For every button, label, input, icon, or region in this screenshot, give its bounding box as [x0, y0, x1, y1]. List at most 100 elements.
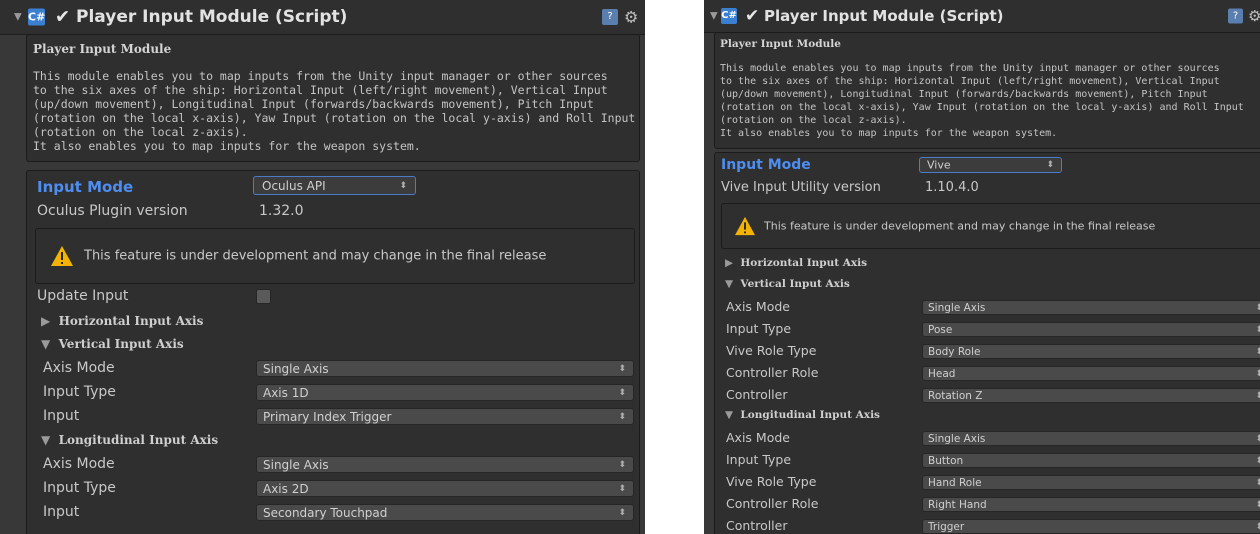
description-box: Player Input Module This module enables … — [26, 34, 640, 162]
field-dropdown[interactable]: Head ⬍ — [922, 366, 1260, 381]
field-label: Controller Role — [726, 496, 819, 511]
up-down-arrows-icon: ⬍ — [1255, 499, 1260, 510]
field-dropdown[interactable]: Right Hand ⬍ — [922, 497, 1260, 512]
triangle-down-icon: ▼ — [725, 409, 734, 421]
vertical-axis-label: Vertical Input Axis — [58, 337, 184, 351]
field-label: Controller Role — [726, 365, 819, 380]
horizontal-axis-label: Horizontal Input Axis — [740, 257, 868, 269]
description-title: Player Input Module — [33, 42, 172, 56]
field-value: Pose — [928, 323, 953, 336]
input-mode-label: Input Mode — [721, 157, 811, 173]
update-input-label: Update Input — [37, 288, 129, 304]
field-dropdown[interactable]: Single Axis ⬍ — [256, 360, 634, 377]
longitudinal-axis-foldout[interactable]: ▼ Longitudinal Input Axis — [41, 433, 218, 447]
csharp-script-icon: C# — [721, 8, 737, 24]
up-down-arrows-icon: ⬍ — [618, 507, 626, 518]
field-dropdown[interactable]: Hand Role ⬍ — [922, 475, 1260, 490]
gear-icon[interactable]: ⚙ — [1248, 7, 1260, 25]
vertical-axis-label: Vertical Input Axis — [740, 278, 850, 290]
settings-box: Input Mode Vive ⬍ Vive Input Utility ver… — [714, 152, 1260, 534]
description-line: It also enables you to map inputs for th… — [33, 139, 421, 153]
field-label: Input Type — [43, 480, 116, 496]
field-value: Primary Index Trigger — [263, 409, 392, 424]
field-label: Controller — [726, 518, 788, 533]
up-down-arrows-icon: ⬍ — [618, 387, 626, 398]
enabled-checkbox[interactable]: ✔ — [55, 7, 70, 28]
field-dropdown[interactable]: Secondary Touchpad ⬍ — [256, 504, 634, 521]
input-mode-dropdown[interactable]: Vive ⬍ — [919, 157, 1062, 173]
field-value: Rotation Z — [928, 389, 983, 402]
field-dropdown[interactable]: Body Role ⬍ — [922, 344, 1260, 359]
field-label: Input Type — [726, 321, 792, 336]
up-down-arrows-icon: ⬍ — [1255, 390, 1260, 401]
description-line: (rotation on the local x-axis), Yaw Inpu… — [720, 102, 1244, 113]
triangle-right-icon: ▶ — [41, 314, 51, 328]
field-dropdown[interactable]: Button ⬍ — [922, 453, 1260, 468]
horizontal-axis-foldout[interactable]: ▶ Horizontal Input Axis — [41, 314, 203, 328]
input-mode-dropdown[interactable]: Oculus API ⬍ — [253, 176, 416, 195]
field-value: Trigger — [928, 520, 965, 533]
warning-box: This feature is under development and ma… — [35, 228, 635, 284]
vertical-axis-foldout[interactable]: ▼ Vertical Input Axis — [41, 337, 184, 351]
field-dropdown[interactable]: Axis 2D ⬍ — [256, 480, 634, 497]
description-line: to the six axes of the ship: Horizontal … — [33, 83, 608, 97]
field-dropdown[interactable]: Rotation Z ⬍ — [922, 388, 1260, 403]
field-dropdown[interactable]: Primary Index Trigger ⬍ — [256, 408, 634, 425]
up-down-arrows-icon: ⬍ — [1255, 368, 1260, 379]
field-value: Single Axis — [928, 432, 986, 445]
field-value: Secondary Touchpad — [263, 505, 388, 520]
field-value: Body Role — [928, 345, 981, 358]
foldout-expanded-icon[interactable]: ▼ — [710, 11, 718, 22]
field-value: Single Axis — [928, 301, 986, 314]
csharp-script-icon: C# — [28, 8, 46, 26]
up-down-arrows-icon: ⬍ — [1046, 160, 1054, 170]
longitudinal-axis-label: Longitudinal Input Axis — [58, 433, 219, 447]
description-line: This module enables you to map inputs fr… — [720, 63, 1220, 74]
component-title: Player Input Module (Script) — [764, 7, 1004, 25]
plugin-version-label: Oculus Plugin version — [37, 203, 188, 219]
description-line: This module enables you to map inputs fr… — [33, 69, 608, 83]
horizontal-axis-label: Horizontal Input Axis — [58, 314, 204, 328]
up-down-arrows-icon: ⬍ — [618, 363, 626, 374]
field-label: Input — [43, 408, 80, 424]
field-dropdown[interactable]: Pose ⬍ — [922, 322, 1260, 337]
component-header[interactable]: ▼ C# ✔ Player Input Module (Script) ? ⚙ — [0, 0, 645, 35]
field-label: Vive Role Type — [726, 343, 817, 358]
up-down-arrows-icon: ⬍ — [618, 483, 626, 494]
up-down-arrows-icon: ⬍ — [1255, 324, 1260, 335]
component-header[interactable]: ▼ C# ✔ Player Input Module (Script) ? ⚙ — [704, 0, 1260, 33]
help-book-icon[interactable]: ? — [602, 9, 618, 25]
up-down-arrows-icon: ⬍ — [1255, 302, 1260, 313]
field-label: Input Type — [43, 384, 116, 400]
field-dropdown[interactable]: Axis 1D ⬍ — [256, 384, 634, 401]
field-dropdown[interactable]: Single Axis ⬍ — [922, 431, 1260, 446]
warning-icon — [51, 246, 73, 266]
up-down-arrows-icon: ⬍ — [618, 459, 626, 470]
field-label: Axis Mode — [726, 430, 790, 445]
field-label: Input Type — [726, 452, 792, 467]
field-dropdown[interactable]: Single Axis ⬍ — [922, 300, 1260, 315]
foldout-expanded-icon[interactable]: ▼ — [14, 12, 22, 23]
description-line: (rotation on the local z-axis). — [720, 115, 907, 126]
warning-text: This feature is under development and ma… — [764, 219, 1156, 233]
field-dropdown[interactable]: Single Axis ⬍ — [256, 456, 634, 473]
description-title: Player Input Module — [720, 38, 841, 50]
horizontal-axis-foldout[interactable]: ▶ Horizontal Input Axis — [725, 257, 867, 269]
longitudinal-axis-foldout[interactable]: ▼ Longitudinal Input Axis — [725, 409, 880, 421]
help-book-icon[interactable]: ? — [1228, 8, 1243, 24]
plugin-version-value: 1.10.4.0 — [925, 180, 979, 195]
up-down-arrows-icon: ⬍ — [1255, 346, 1260, 357]
description-line: (up/down movement), Longitudinal Input (… — [720, 89, 1208, 100]
field-label: Input — [43, 504, 80, 520]
warning-icon — [735, 216, 755, 236]
field-value: Right Hand — [928, 498, 987, 511]
vertical-axis-foldout[interactable]: ▼ Vertical Input Axis — [725, 278, 850, 290]
description-box: Player Input Module This module enables … — [714, 32, 1260, 149]
field-dropdown[interactable]: Trigger ⬍ — [922, 519, 1260, 534]
triangle-down-icon: ▼ — [725, 278, 734, 290]
warning-text: This feature is under development and ma… — [84, 248, 547, 264]
enabled-checkbox[interactable]: ✔ — [745, 6, 759, 26]
update-input-checkbox[interactable] — [256, 289, 271, 304]
gear-icon[interactable]: ⚙ — [624, 8, 638, 27]
up-down-arrows-icon: ⬍ — [1255, 477, 1260, 488]
